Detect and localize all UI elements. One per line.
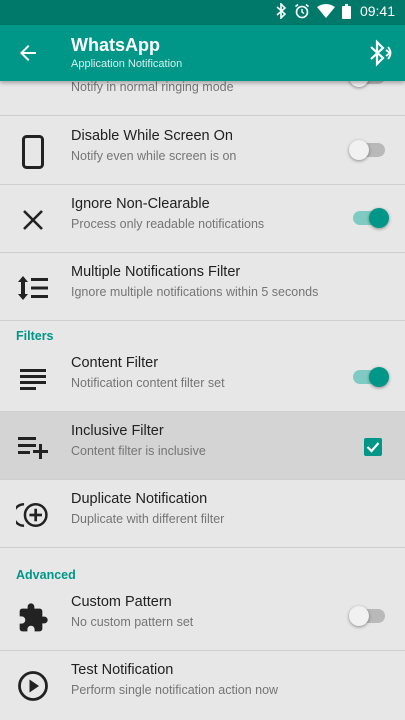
test-notification-row[interactable]: Test Notification Perform single notific… (0, 651, 405, 719)
add-circle-duplicate-icon (16, 500, 50, 530)
row-subtitle: Duplicate with different filter (71, 512, 225, 526)
playlist-add-icon (16, 432, 50, 462)
section-header-filters: Filters (16, 329, 54, 343)
settings-list[interactable]: Notify in normal ringing mode Disable Wh… (0, 81, 405, 720)
row-title: Ignore Non-Clearable (71, 196, 210, 212)
ringer-mode-toggle[interactable] (349, 81, 385, 87)
row-subtitle: Notify in normal ringing mode (71, 81, 234, 94)
close-icon (16, 205, 50, 235)
alarm-icon (294, 3, 309, 19)
ignore-non-clearable-row[interactable]: Ignore Non-Clearable Process only readab… (0, 185, 405, 253)
inclusive-filter-checkbox[interactable] (364, 438, 382, 456)
row-subtitle: Notification content filter set (71, 376, 225, 390)
status-time: 09:41 (359, 3, 395, 19)
ignore-non-clearable-toggle[interactable] (353, 208, 389, 228)
battery-icon (341, 3, 351, 19)
section-header-advanced: Advanced (16, 568, 76, 582)
arrow-left-icon[interactable] (16, 41, 40, 65)
duplicate-notification-row[interactable]: Duplicate Notification Duplicate with di… (0, 480, 405, 548)
phone-icon (16, 135, 50, 169)
row-title: Duplicate Notification (71, 491, 208, 507)
row-title: Inclusive Filter (71, 423, 164, 439)
ringer-mode-row[interactable]: Notify in normal ringing mode (0, 81, 405, 116)
check-icon (366, 442, 380, 453)
row-subtitle: Notify even while screen is on (71, 149, 237, 163)
row-title: Disable While Screen On (71, 128, 233, 144)
custom-pattern-toggle[interactable] (349, 606, 385, 626)
row-subtitle: No custom pattern set (71, 615, 194, 629)
multiple-notifications-filter-row[interactable]: Multiple Notifications Filter Ignore mul… (0, 253, 405, 321)
row-title: Content Filter (71, 355, 159, 371)
row-subtitle: Content filter is inclusive (71, 444, 206, 458)
app-bar: WhatsApp Application Notification (0, 25, 405, 81)
row-subtitle: Ignore multiple notifications within 5 s… (71, 285, 319, 299)
disable-while-screen-on-row[interactable]: Disable While Screen On Notify even whil… (0, 117, 405, 185)
puzzle-icon (16, 603, 50, 633)
row-title: Custom Pattern (71, 594, 172, 610)
status-icons: 09:41 (276, 3, 395, 19)
bluetooth-searching-icon[interactable] (367, 39, 393, 67)
content-filter-row[interactable]: Content Filter Notification content filt… (0, 344, 405, 412)
row-subtitle: Perform single notification action now (71, 683, 279, 697)
content-filter-toggle[interactable] (353, 367, 389, 387)
app-title: WhatsApp (71, 35, 160, 55)
text-lines-icon (16, 364, 50, 394)
wifi-icon (316, 4, 335, 18)
row-title: Multiple Notifications Filter (71, 264, 241, 280)
disable-while-screen-on-toggle[interactable] (349, 140, 385, 160)
ringer-icon (16, 81, 50, 98)
row-subtitle: Process only readable notifications (71, 217, 265, 231)
bluetooth-icon (276, 3, 287, 19)
inclusive-filter-row[interactable]: Inclusive Filter Content filter is inclu… (0, 412, 405, 480)
status-bar: 09:41 (0, 0, 405, 25)
line-spacing-icon (16, 273, 50, 303)
play-circle-icon (16, 671, 50, 701)
row-title: Test Notification (71, 662, 174, 678)
app-subtitle: Application Notification (71, 58, 183, 70)
custom-pattern-row[interactable]: Custom Pattern No custom pattern set (0, 583, 405, 651)
